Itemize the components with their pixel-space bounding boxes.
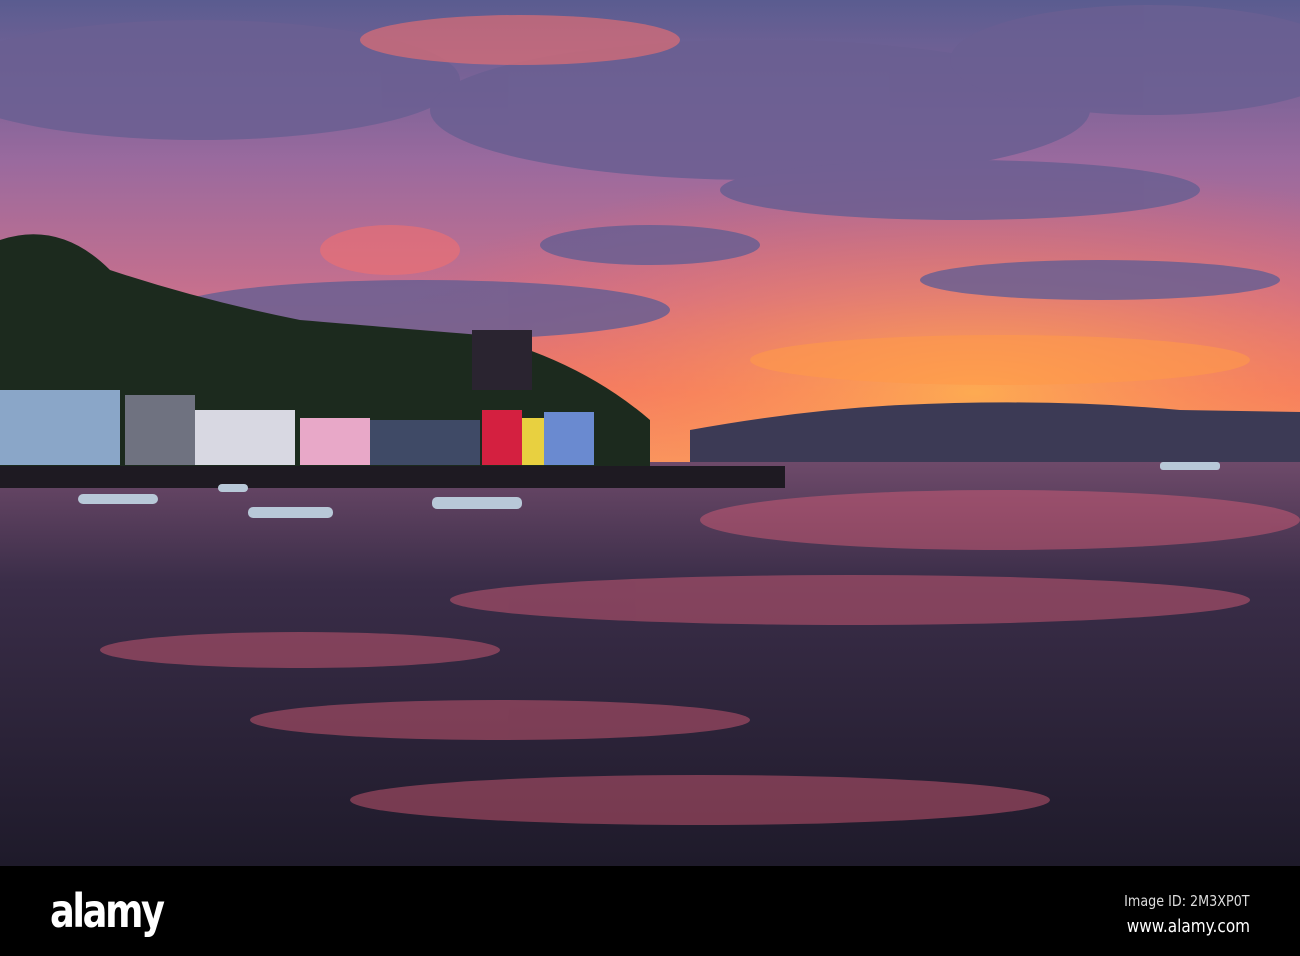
- pier: [0, 466, 785, 488]
- alamy-logo: alamy: [50, 884, 165, 938]
- website-link: www.alamy.com: [1126, 916, 1250, 937]
- image-id: Image ID: 2M3XP0T: [1124, 892, 1250, 910]
- harbour-sunset-photo: [0, 0, 1300, 866]
- watermark-bar: alamy Image ID: 2M3XP0T www.alamy.com: [0, 866, 1300, 956]
